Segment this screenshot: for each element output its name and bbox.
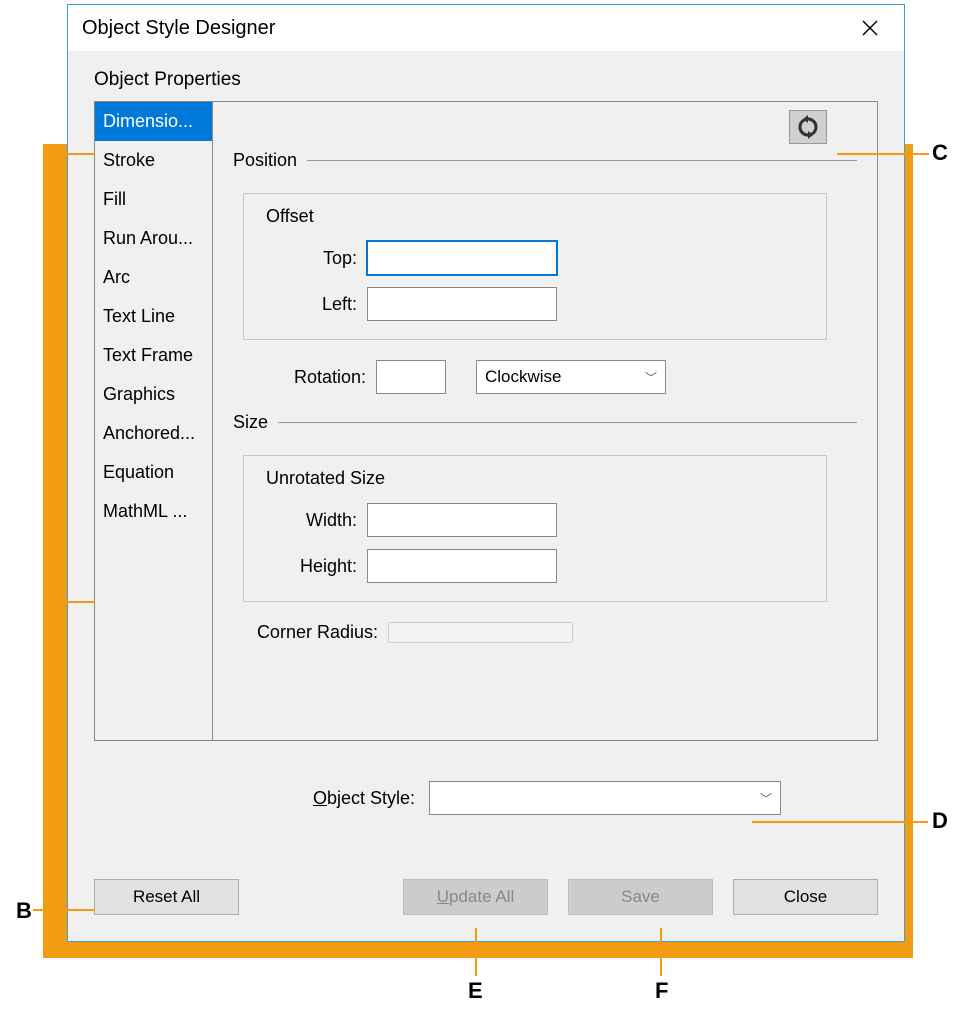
reset-all-button[interactable]: Reset All — [94, 879, 239, 915]
callout-d: D — [932, 808, 948, 834]
sidebar-item-fill[interactable]: Fill — [95, 180, 212, 219]
rotation-direction-value: Clockwise — [485, 367, 562, 387]
object-style-label: Object Style: — [94, 788, 429, 809]
callout-line — [837, 153, 929, 155]
callout-line — [660, 928, 662, 976]
position-group-text: Position — [233, 150, 297, 171]
object-style-designer-dialog: Object Style Designer Object Properties … — [67, 4, 905, 942]
unrotated-fieldset: Unrotated Size Width: Height: — [243, 455, 827, 602]
top-label: Top: — [262, 248, 367, 269]
callout-line — [55, 601, 95, 603]
height-label: Height: — [262, 556, 367, 577]
refresh-icon — [796, 115, 820, 139]
sidebar-item-stroke[interactable]: Stroke — [95, 141, 212, 180]
sidebar-item-dimension[interactable]: Dimensio... — [95, 102, 212, 141]
left-input[interactable] — [367, 287, 557, 321]
sidebar-item-equation[interactable]: Equation — [95, 453, 212, 492]
update-all-button: Update All — [403, 879, 548, 915]
offset-fieldset: Offset Top: Left: — [243, 193, 827, 340]
callout-line — [475, 928, 477, 976]
left-label: Left: — [262, 294, 367, 315]
position-group-label: Position — [233, 150, 857, 171]
sidebar-item-mathml[interactable]: MathML ... — [95, 492, 212, 531]
rotation-direction-select[interactable]: Clockwise ﹀ — [476, 360, 666, 394]
corner-radius-input — [388, 622, 573, 643]
sidebar-item-textframe[interactable]: Text Frame — [95, 336, 212, 375]
callout-f: F — [655, 978, 668, 1004]
sidebar-item-anchored[interactable]: Anchored... — [95, 414, 212, 453]
size-group-label: Size — [233, 412, 857, 433]
offset-legend: Offset — [262, 206, 318, 227]
sidebar-item-graphics[interactable]: Graphics — [95, 375, 212, 414]
rotation-input[interactable] — [376, 360, 446, 394]
sidebar-item-runaround[interactable]: Run Arou... — [95, 219, 212, 258]
divider — [307, 160, 857, 161]
category-sidebar: Dimensio... Stroke Fill Run Arou... Arc … — [95, 102, 213, 740]
top-input[interactable] — [367, 241, 557, 275]
section-label: Object Properties — [94, 69, 878, 91]
object-style-select[interactable]: ﹀ — [429, 781, 781, 815]
rotation-label: Rotation: — [243, 367, 376, 388]
properties-panel: Dimensio... Stroke Fill Run Arou... Arc … — [94, 101, 878, 741]
save-button: Save — [568, 879, 713, 915]
unrotated-legend: Unrotated Size — [262, 468, 389, 489]
callout-c: C — [932, 140, 948, 166]
sidebar-item-arc[interactable]: Arc — [95, 258, 212, 297]
close-button[interactable]: Close — [733, 879, 878, 915]
dialog-title: Object Style Designer — [82, 17, 275, 40]
titlebar: Object Style Designer — [68, 5, 904, 51]
callout-line — [752, 821, 928, 823]
height-input[interactable] — [367, 549, 557, 583]
button-row: Reset All Update All Save Close — [94, 819, 878, 915]
callout-line — [33, 909, 95, 911]
chevron-down-icon: ﹀ — [760, 790, 772, 807]
refresh-button[interactable] — [789, 110, 827, 144]
divider — [278, 422, 857, 423]
close-icon[interactable] — [850, 8, 890, 48]
dialog-content: Object Properties Dimensio... Stroke Fil… — [68, 51, 904, 941]
sidebar-item-textline[interactable]: Text Line — [95, 297, 212, 336]
chevron-down-icon: ﹀ — [645, 369, 657, 386]
callout-line — [55, 153, 95, 155]
width-label: Width: — [262, 510, 367, 531]
object-style-row: Object Style: ﹀ — [94, 781, 878, 815]
properties-main: Position Offset Top: Left: — [213, 102, 877, 740]
size-group-text: Size — [233, 412, 268, 433]
callout-e: E — [468, 978, 483, 1004]
corner-radius-label: Corner Radius: — [243, 622, 388, 643]
callout-b: B — [16, 898, 32, 924]
width-input[interactable] — [367, 503, 557, 537]
